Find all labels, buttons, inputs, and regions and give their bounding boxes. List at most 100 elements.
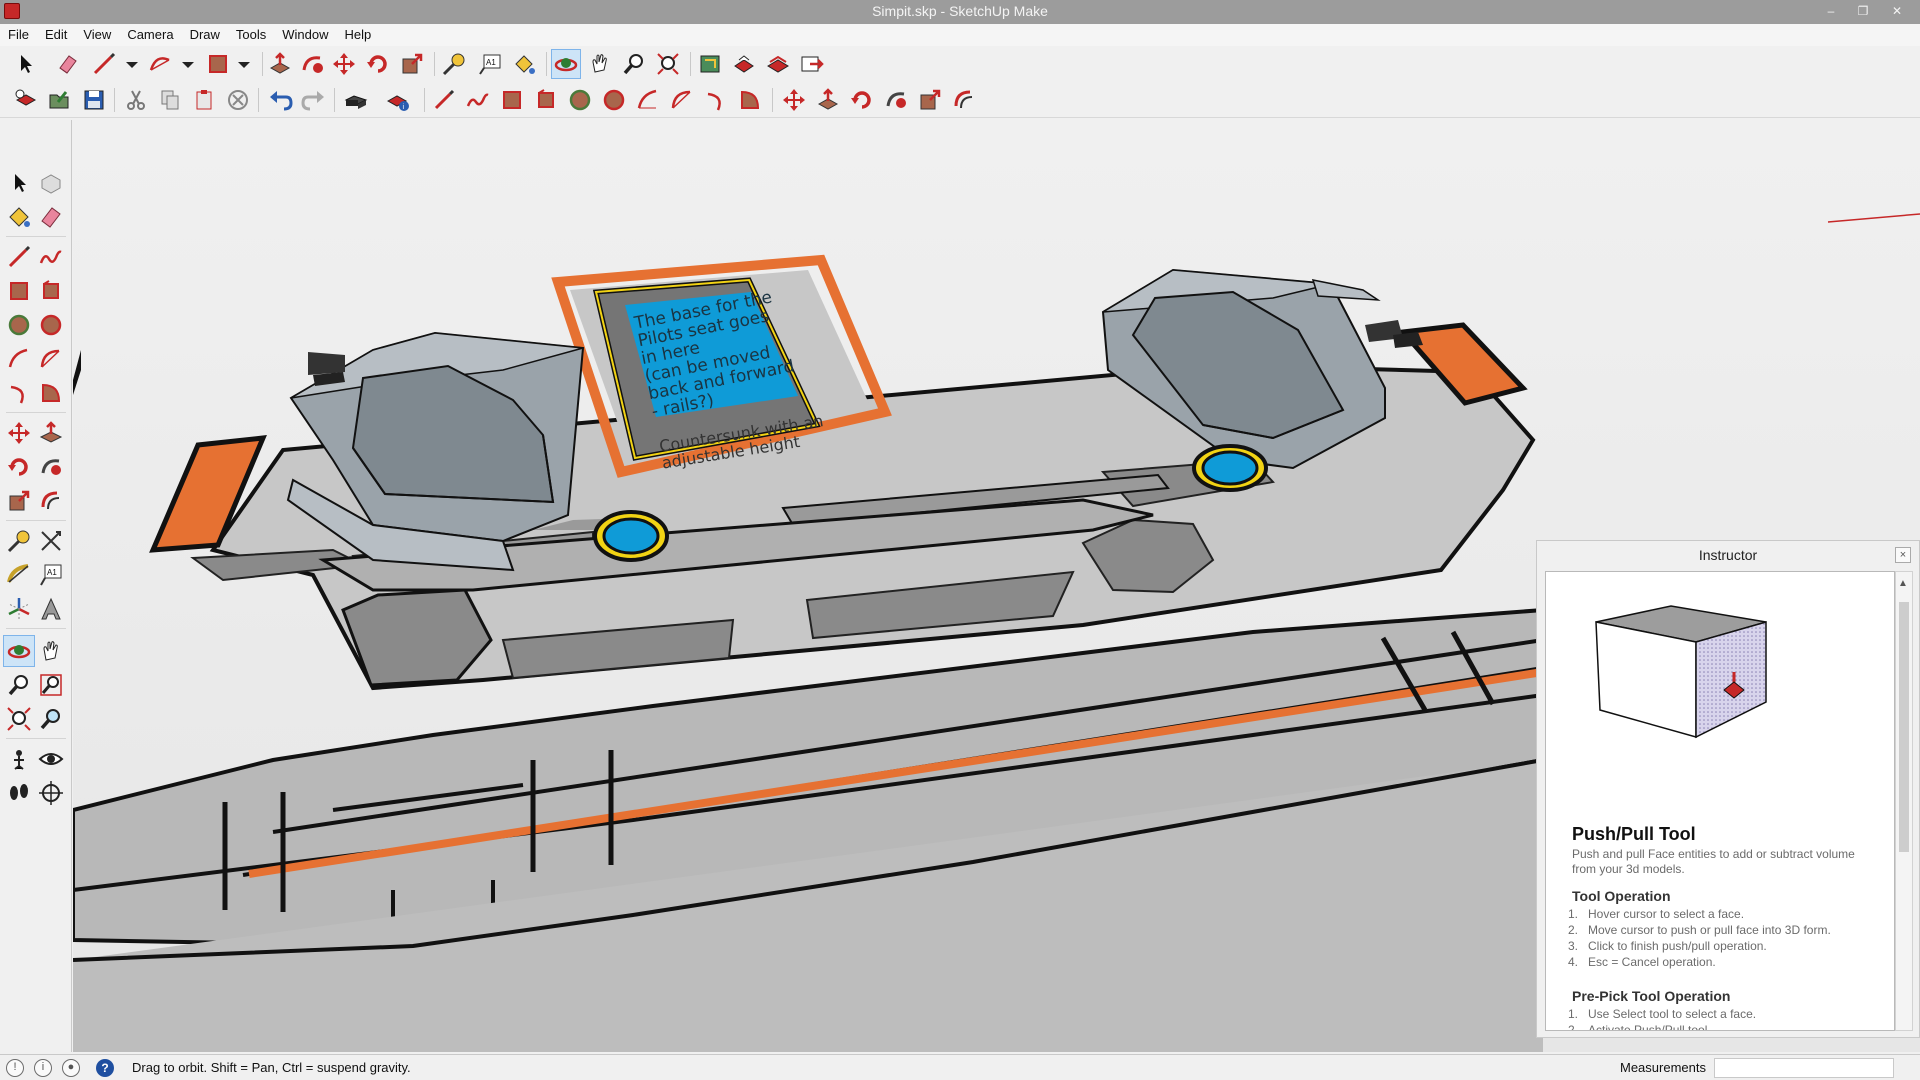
menu-tools[interactable]: Tools <box>228 24 274 46</box>
arc-icon[interactable] <box>634 86 662 114</box>
eraser-icon[interactable] <box>54 50 82 78</box>
look-around-icon[interactable] <box>36 744 66 774</box>
scroll-up-icon[interactable]: ▲ <box>1898 578 1908 589</box>
pie-icon[interactable] <box>736 86 764 114</box>
undo-icon[interactable] <box>266 86 294 114</box>
three-point-arc-icon[interactable] <box>4 378 34 408</box>
follow-me-icon[interactable] <box>36 452 66 482</box>
pie-icon[interactable] <box>36 378 66 408</box>
layout-icon[interactable] <box>764 50 792 78</box>
polygon-icon[interactable] <box>600 86 628 114</box>
two-point-arc-icon[interactable] <box>36 344 66 374</box>
section-plane-icon[interactable] <box>36 778 66 808</box>
offset-icon[interactable] <box>950 86 978 114</box>
zoom-window-icon[interactable] <box>36 670 66 700</box>
extension-warehouse-icon[interactable] <box>730 50 758 78</box>
zoom-extents-icon[interactable] <box>4 704 34 734</box>
freehand-icon[interactable] <box>36 242 66 272</box>
protractor-icon[interactable] <box>4 560 34 590</box>
rotate-icon[interactable] <box>4 452 34 482</box>
pan-icon[interactable] <box>586 50 614 78</box>
pencil-icon[interactable] <box>430 86 458 114</box>
line-icon[interactable] <box>90 50 118 78</box>
delete-icon[interactable] <box>224 86 252 114</box>
instructor-help-icon[interactable]: ? <box>96 1059 114 1077</box>
menu-help[interactable]: Help <box>337 24 380 46</box>
orbit-icon[interactable] <box>3 635 35 667</box>
model-info-icon[interactable]: i <box>384 86 412 114</box>
tape-measure-icon[interactable] <box>4 526 34 556</box>
3d-warehouse-icon[interactable] <box>696 50 724 78</box>
offset-icon[interactable] <box>36 486 66 516</box>
redo-icon[interactable] <box>300 86 328 114</box>
arc-icon[interactable] <box>146 50 174 78</box>
3d-text-icon[interactable] <box>36 594 66 624</box>
scroll-thumb[interactable] <box>1899 602 1909 852</box>
menu-window[interactable]: Window <box>274 24 336 46</box>
orbit-icon[interactable] <box>551 49 581 79</box>
push-pull-icon[interactable] <box>814 86 842 114</box>
rotated-rectangle-icon[interactable] <box>36 276 66 306</box>
credits-icon[interactable]: i <box>34 1059 52 1077</box>
scale-icon[interactable] <box>4 486 34 516</box>
walk-icon[interactable] <box>4 778 34 808</box>
push-pull-icon[interactable] <box>266 50 294 78</box>
move-icon[interactable] <box>4 418 34 448</box>
restore-button[interactable]: ❐ <box>1848 0 1878 24</box>
two-point-arc-icon[interactable] <box>668 86 696 114</box>
rectangle-icon[interactable] <box>4 276 34 306</box>
dimension-icon[interactable] <box>36 526 66 556</box>
new-icon[interactable] <box>12 86 40 114</box>
rectangle-icon[interactable] <box>498 86 526 114</box>
menu-edit[interactable]: Edit <box>37 24 75 46</box>
paint-bucket-icon[interactable] <box>4 202 34 232</box>
copy-icon[interactable] <box>156 86 184 114</box>
tape-measure-icon[interactable] <box>440 50 468 78</box>
circle-icon[interactable] <box>566 86 594 114</box>
print-icon[interactable] <box>342 86 370 114</box>
push-pull-icon[interactable] <box>36 418 66 448</box>
three-point-arc-icon[interactable] <box>702 86 730 114</box>
circle-icon[interactable] <box>4 310 34 340</box>
close-instructor-button[interactable]: × <box>1895 547 1911 563</box>
paste-icon[interactable] <box>190 86 218 114</box>
geo-location-icon[interactable]: ! <box>6 1059 24 1077</box>
menu-camera[interactable]: Camera <box>119 24 181 46</box>
axes-icon[interactable] <box>4 594 34 624</box>
close-window-button[interactable]: ✕ <box>1882 0 1912 24</box>
menu-draw[interactable]: Draw <box>182 24 228 46</box>
follow-me-icon[interactable] <box>298 50 326 78</box>
previous-view-icon[interactable] <box>36 704 66 734</box>
zoom-extents-icon[interactable] <box>654 50 682 78</box>
menu-file[interactable]: File <box>0 24 37 46</box>
text-icon[interactable]: A1 <box>476 50 504 78</box>
scale-icon[interactable] <box>398 50 426 78</box>
move-icon[interactable] <box>780 86 808 114</box>
instructor-scrollbar[interactable]: ▲ <box>1895 571 1913 1031</box>
zoom-icon[interactable] <box>620 50 648 78</box>
pan-icon[interactable] <box>36 636 66 666</box>
send-to-layout-icon[interactable] <box>798 50 826 78</box>
rectangle-icon[interactable] <box>204 50 232 78</box>
paint-bucket-icon[interactable] <box>510 50 538 78</box>
freehand-icon[interactable] <box>464 86 492 114</box>
instructor-content[interactable]: Push/Pull Tool Push and pull Face entiti… <box>1545 571 1895 1031</box>
rotated-rectangle-icon[interactable] <box>532 86 560 114</box>
zoom-icon[interactable] <box>4 670 34 700</box>
line-icon[interactable] <box>4 242 34 272</box>
open-icon[interactable] <box>46 86 74 114</box>
cut-icon[interactable] <box>122 86 150 114</box>
measurements-input[interactable] <box>1714 1058 1894 1078</box>
select-icon[interactable] <box>4 168 34 198</box>
rotate-icon[interactable] <box>848 86 876 114</box>
select-icon[interactable] <box>12 50 40 78</box>
menu-view[interactable]: View <box>75 24 119 46</box>
user-account-icon[interactable]: ● <box>62 1059 80 1077</box>
line-dropdown-icon[interactable] <box>118 50 146 78</box>
scale-icon[interactable] <box>916 86 944 114</box>
make-component-icon[interactable] <box>36 168 66 198</box>
arc-dropdown-icon[interactable] <box>174 50 202 78</box>
minimize-button[interactable]: – <box>1816 0 1846 24</box>
follow-me-icon[interactable] <box>882 86 910 114</box>
move-icon[interactable] <box>330 50 358 78</box>
